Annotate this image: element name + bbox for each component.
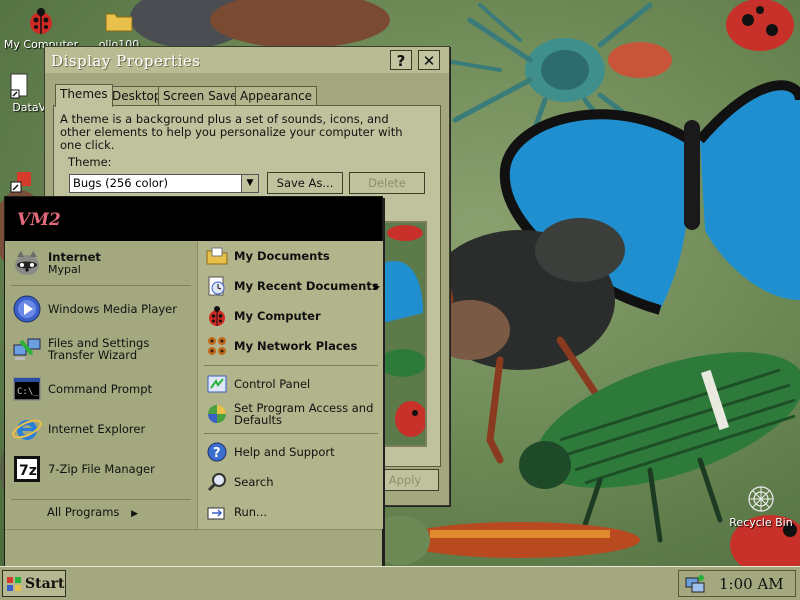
7zip-icon: 7z <box>14 456 40 482</box>
window-title: Display Properties <box>51 52 201 70</box>
menu-item-label: My Documents <box>234 249 330 263</box>
desktop-icon-folder[interactable]: ollo100 <box>80 5 158 51</box>
preview-bugs-art <box>383 223 425 445</box>
program-access-icon <box>208 405 226 423</box>
folder-icon <box>105 13 133 32</box>
menu-item-7zip[interactable]: 7z 7-Zip File Manager <box>11 451 191 487</box>
command-prompt-icon: C:\_ <box>13 377 41 401</box>
all-programs-label: All Programs <box>47 505 120 519</box>
tab-appearance[interactable]: Appearance <box>235 86 318 105</box>
windows-logo-icon <box>7 576 21 591</box>
menu-item-label: Files and Settings Transfer Wizard <box>48 336 150 362</box>
run-icon <box>207 507 225 520</box>
start-menu-header: VM2 <box>5 197 382 241</box>
menu-item-label: Run... <box>234 505 268 519</box>
menu-item-label: 7-Zip File Manager <box>48 462 155 476</box>
menu-item-control-panel[interactable]: Control Panel <box>206 371 380 397</box>
svg-text:7z: 7z <box>19 463 37 479</box>
menu-item-run[interactable]: Run... <box>206 499 380 525</box>
network-icon <box>208 337 226 355</box>
menu-item-my-computer[interactable]: My Computer <box>206 303 380 329</box>
system-tray: 1:00 AM <box>678 570 796 597</box>
help-icon: ? <box>207 442 227 462</box>
media-player-icon <box>13 295 41 323</box>
ladybug-icon <box>209 306 225 326</box>
menu-separator <box>204 433 378 434</box>
ladybug-art <box>726 0 794 51</box>
save-as-button[interactable]: Save As... <box>267 172 343 194</box>
menu-item-label: My Network Places <box>234 339 358 353</box>
chevron-right-icon: ▶ <box>131 509 139 519</box>
theme-dropdown-value: Bugs (256 color) <box>73 176 169 190</box>
folder-icon <box>206 247 228 265</box>
menu-item-my-documents[interactable]: My Documents <box>206 243 380 269</box>
menu-item-label: Internet Explorer <box>48 422 146 436</box>
menu-item-set-program-access[interactable]: Set Program Access and Defaults <box>206 401 380 427</box>
tab-themes[interactable]: Themes <box>55 84 113 107</box>
desktop-icon-recycle-bin[interactable]: Recycle Bin <box>722 483 800 529</box>
menu-item-windows-media-player[interactable]: Windows Media Player <box>11 291 191 327</box>
menu-item-label: Windows Media Player <box>48 302 177 316</box>
close-button[interactable]: ✕ <box>418 50 440 70</box>
svg-text:C:\_: C:\_ <box>17 387 39 397</box>
menu-item-label: Control Panel <box>234 377 311 391</box>
menu-item-internet[interactable]: Internet Mypal <box>11 245 191 281</box>
menu-item-label: Search <box>234 475 274 489</box>
clock[interactable]: 1:00 AM <box>719 575 784 593</box>
desktop-icon-my-computer[interactable]: My Computer <box>2 5 80 51</box>
menu-item-label: My Recent Documents <box>234 279 379 293</box>
menu-item-title: Internet <box>48 249 101 264</box>
menu-item-label: Command Prompt <box>48 382 153 396</box>
control-panel-icon <box>207 375 227 393</box>
theme-dropdown[interactable]: Bugs (256 color) ▼ <box>69 174 259 193</box>
menu-item-internet-explorer[interactable]: Internet Explorer <box>11 411 191 447</box>
theme-label: Theme: <box>68 155 112 169</box>
shortcut-app-icon <box>10 172 31 193</box>
start-label: Start <box>25 575 65 592</box>
pinned-programs-column: Internet Mypal Windows Media Player File… <box>5 241 195 529</box>
themes-description: A theme is a background plus a set of so… <box>60 112 403 152</box>
menu-item-subtitle: Mypal <box>48 262 81 276</box>
desktop-icon-label: Recycle Bin <box>729 516 793 529</box>
menu-item-search[interactable]: Search <box>206 469 380 495</box>
raccoon-browser-icon <box>15 251 39 275</box>
chevron-down-icon[interactable]: ▼ <box>241 175 258 192</box>
help-button[interactable]: ? <box>390 50 412 70</box>
all-programs-button[interactable]: All Programs ▶ <box>47 505 138 519</box>
network-connection-icon[interactable] <box>684 574 706 594</box>
menu-item-transfer-wizard[interactable]: Files and Settings Transfer Wizard <box>11 331 191 367</box>
start-menu: VM2 Internet Mypal Windows Media Player … <box>4 196 383 566</box>
ladybug-icon <box>30 8 52 34</box>
menu-separator <box>204 365 378 366</box>
window-titlebar[interactable]: Display Properties ? ✕ <box>45 47 449 73</box>
menu-item-label: My Computer <box>234 309 321 323</box>
menu-item-command-prompt[interactable]: C:\_ Command Prompt <box>11 371 191 407</box>
menu-separator <box>11 499 191 500</box>
taskbar: Start 1:00 AM <box>0 566 800 600</box>
search-icon <box>207 473 226 492</box>
menu-item-help-and-support[interactable]: ? Help and Support <box>206 439 380 465</box>
delete-button[interactable]: Delete <box>349 172 425 194</box>
recycle-bin-spiderweb-icon <box>748 486 774 512</box>
start-button[interactable]: Start <box>2 570 66 597</box>
menu-item-label: Set Program Access and Defaults <box>234 401 374 427</box>
start-menu-footer <box>5 529 382 566</box>
svg-text:?: ? <box>213 446 221 461</box>
chevron-right-icon: ▶ <box>373 281 380 291</box>
internet-explorer-icon <box>12 419 42 440</box>
recent-docs-icon <box>208 276 225 296</box>
theme-preview <box>381 221 427 447</box>
menu-item-my-recent-documents[interactable]: My Recent Documents ▶ <box>206 273 380 299</box>
shortcut-document-icon <box>10 73 28 99</box>
menu-separator <box>11 285 191 286</box>
places-column: My Documents My Recent Documents ▶ My Co… <box>197 241 383 529</box>
transfer-wizard-icon <box>13 338 41 360</box>
user-name: VM2 <box>17 210 61 230</box>
menu-item-my-network-places[interactable]: My Network Places <box>206 333 380 359</box>
menu-item-label: Help and Support <box>234 445 335 459</box>
